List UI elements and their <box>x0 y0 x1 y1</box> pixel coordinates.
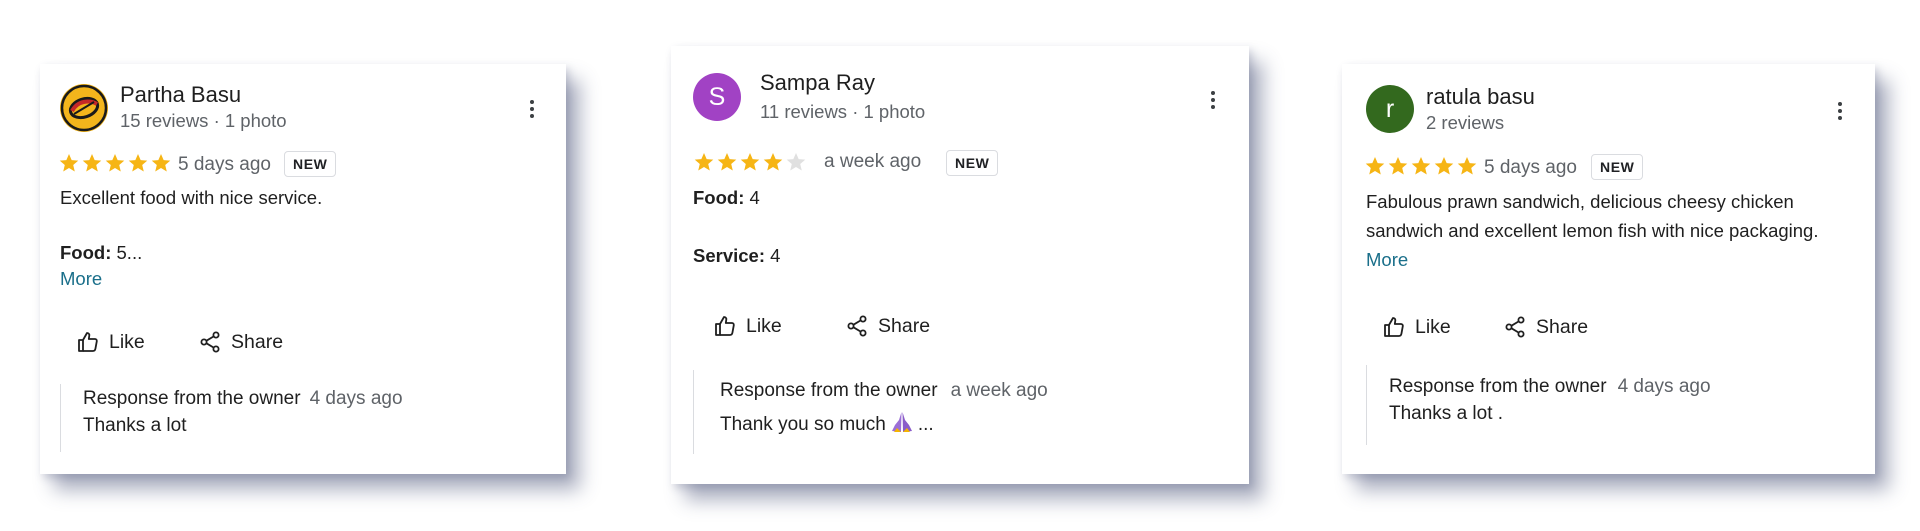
avatar[interactable]: r <box>1366 85 1414 133</box>
response-title: Response from the owner <box>83 388 301 409</box>
food-rating: Food: 4 <box>693 183 1213 212</box>
response-time: 4 days ago <box>309 388 403 409</box>
share-icon <box>847 315 867 337</box>
like-label: Like <box>1415 315 1451 338</box>
thumbs-up-icon <box>715 316 735 336</box>
response-text: Thanks a lot <box>83 415 187 436</box>
share-label: Share <box>231 330 284 353</box>
response-header: Response from the owner a week ago <box>720 380 1048 402</box>
response-ellipsis: ... <box>917 414 934 435</box>
star-filled-icon <box>128 154 148 172</box>
reviewer-name[interactable]: Partha Basu <box>120 82 241 108</box>
avatar[interactable] <box>60 84 108 132</box>
service-label: Service: <box>693 245 765 266</box>
share-icon <box>200 331 220 353</box>
star-filled-icon <box>1411 157 1431 175</box>
owner-response: Response from the owner a week ago Thank … <box>693 370 1223 454</box>
star-rating <box>1364 155 1478 177</box>
thumbs-up-icon <box>1384 317 1404 337</box>
like-button[interactable]: Like <box>713 314 782 338</box>
star-filled-icon <box>694 153 714 171</box>
review-text-line: Excellent food with nice service. <box>60 187 323 208</box>
reviewer-name[interactable]: Sampa Ray <box>760 70 875 96</box>
thumbs-up-icon <box>78 332 98 352</box>
review-text: Fabulous prawn sandwich, delicious chees… <box>1366 187 1846 274</box>
star-filled-icon <box>1457 157 1477 175</box>
more-link[interactable]: More <box>1366 249 1408 270</box>
star-filled-icon <box>740 153 760 171</box>
share-label: Share <box>878 314 931 337</box>
more-link[interactable]: More <box>60 268 102 289</box>
share-button[interactable]: Share <box>1503 315 1588 339</box>
new-badge: NEW <box>1591 154 1644 180</box>
new-badge: NEW <box>284 151 337 177</box>
star-filled-icon <box>105 154 125 172</box>
avatar[interactable]: S <box>693 73 741 121</box>
star-filled-icon <box>1434 157 1454 175</box>
response-text-main: Thank you so much <box>720 414 886 435</box>
share-label: Share <box>1536 315 1589 338</box>
star-filled-icon <box>1388 157 1408 175</box>
like-button[interactable]: Like <box>76 330 145 354</box>
star-empty-icon <box>786 153 806 171</box>
share-button[interactable]: Share <box>845 314 930 338</box>
avatar-letter: S <box>708 82 726 111</box>
review-text: Excellent food with nice service. Food: … <box>60 183 540 293</box>
response-title: Response from the owner <box>1389 376 1607 397</box>
more-options-icon[interactable] <box>1829 97 1851 125</box>
review-time: 5 days ago <box>1484 157 1577 178</box>
avatar-letter: r <box>1385 94 1395 123</box>
review-card: Partha Basu 15 reviews · 1 photo 5 days … <box>40 64 566 474</box>
restaurant-logo-icon <box>60 84 108 132</box>
review-text: Food: 4 Service: 4 <box>693 183 1213 270</box>
share-button[interactable]: Share <box>198 330 283 354</box>
review-card: S Sampa Ray 11 reviews · 1 photo a week … <box>671 46 1249 484</box>
response-time: 4 days ago <box>1617 376 1711 397</box>
more-options-icon[interactable] <box>1202 86 1224 114</box>
food-value: 4 <box>744 187 760 208</box>
share-icon <box>1505 316 1525 338</box>
star-rating <box>58 152 172 174</box>
review-time: a week ago <box>824 151 922 172</box>
star-filled-icon <box>59 154 79 172</box>
review-card: r ratula basu 2 reviews 5 days ago NEW F… <box>1342 64 1875 474</box>
service-value: 4 <box>765 245 781 266</box>
folded-hands-icon <box>890 411 914 439</box>
like-label: Like <box>746 314 782 337</box>
star-filled-icon <box>82 154 102 172</box>
review-text-line: Fabulous prawn sandwich, delicious chees… <box>1366 191 1819 241</box>
like-button[interactable]: Like <box>1382 315 1451 339</box>
reviewer-meta: 15 reviews · 1 photo <box>120 110 287 131</box>
service-rating: Service: 4 <box>693 241 1213 270</box>
response-text: Thank you so much... <box>720 411 934 439</box>
reviewer-meta: 2 reviews <box>1426 112 1505 133</box>
response-title: Response from the owner <box>720 380 938 401</box>
like-label: Like <box>109 330 145 353</box>
review-time: 5 days ago <box>178 154 271 175</box>
star-filled-icon <box>1365 157 1385 175</box>
food-rating: Food: 5... <box>60 238 540 267</box>
owner-response: Response from the owner 4 days ago Thanks… <box>60 384 540 452</box>
star-filled-icon <box>717 153 737 171</box>
star-filled-icon <box>151 154 171 172</box>
food-label: Food: <box>693 187 745 208</box>
response-header: Response from the owner 4 days ago <box>83 388 403 410</box>
more-options-icon[interactable] <box>521 95 543 123</box>
reviewer-name[interactable]: ratula basu <box>1426 84 1535 110</box>
star-filled-icon <box>763 153 783 171</box>
food-label: Food: <box>60 242 112 263</box>
food-value: 5... <box>111 242 143 263</box>
star-rating <box>693 151 807 173</box>
owner-response: Response from the owner 4 days ago Thanks… <box>1366 365 1846 445</box>
response-header: Response from the owner 4 days ago <box>1389 376 1711 398</box>
reviewer-meta: 11 reviews · 1 photo <box>760 101 926 122</box>
response-time: a week ago <box>950 380 1048 401</box>
response-text: Thanks a lot . <box>1389 403 1504 424</box>
new-badge: NEW <box>946 150 999 176</box>
